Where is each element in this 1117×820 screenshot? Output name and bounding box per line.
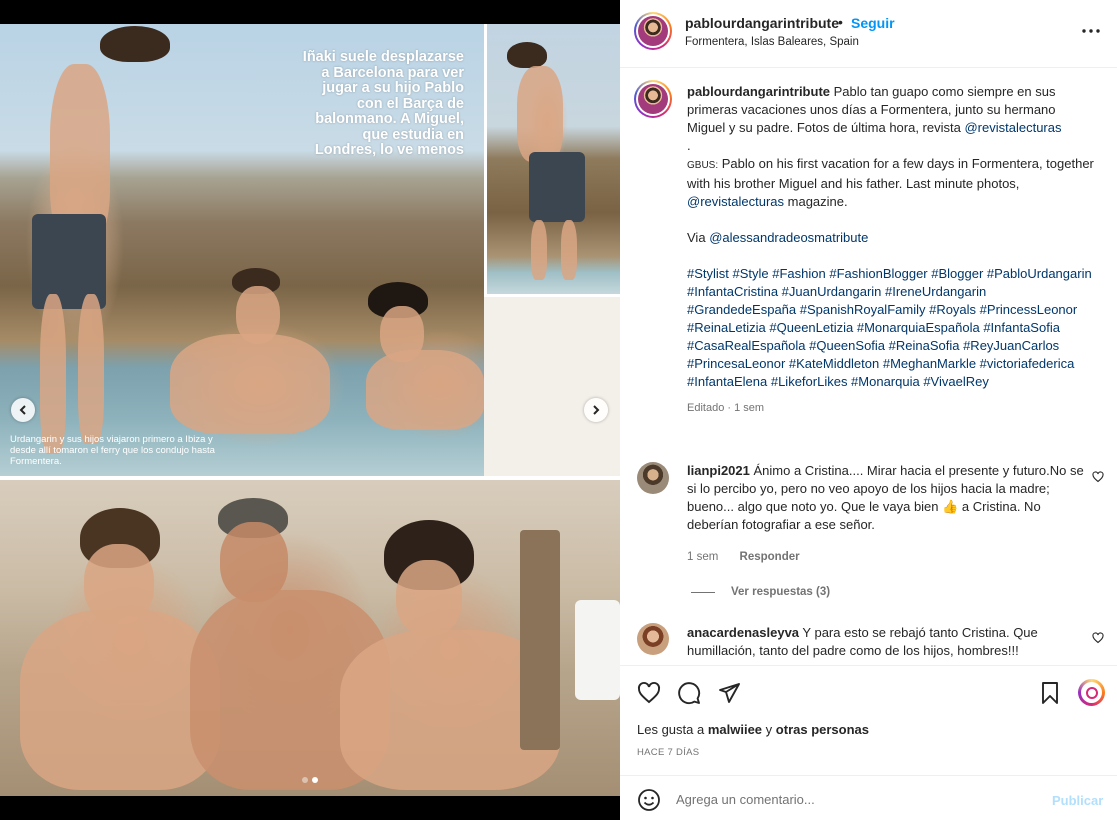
post-header: pablourdangarintribute • Seguir Formente… — [620, 0, 1117, 68]
carousel-dot-active[interactable] — [312, 777, 318, 783]
inset-photo — [487, 24, 620, 294]
caption-gbus-tag: GBUS: — [687, 160, 719, 171]
caption-english-mention[interactable]: @revistalecturas — [687, 194, 784, 209]
photo-caption: Urdangarin y sus hijos viajaron primero … — [10, 434, 215, 467]
inset-border — [484, 24, 487, 296]
caption-magazine-mention[interactable]: @revistalecturas — [964, 120, 1061, 135]
header-username[interactable]: pablourdangarintribute — [685, 15, 839, 31]
likes-prefix: Les gusta a — [637, 722, 705, 737]
location-link[interactable]: Formentera, Islas Baleares, Spain — [685, 36, 859, 48]
follow-button[interactable]: Seguir — [851, 15, 895, 31]
caption-english-text: Pablo on his first vacation for a few da… — [687, 156, 1094, 191]
chevron-left-icon — [19, 405, 26, 415]
bookmark-icon[interactable] — [1038, 681, 1062, 705]
caption-dot: . — [687, 138, 691, 153]
caption-via-mention[interactable]: @alessandradeosmatribute — [709, 230, 868, 245]
view-replies-button[interactable]: Ver respuestas (3) — [691, 586, 830, 598]
likes-others[interactable]: otras personas — [776, 722, 869, 737]
emoji-smiley-icon[interactable] — [637, 788, 661, 812]
comment-username[interactable]: lianpi2021 — [687, 463, 750, 478]
carousel-prev-button[interactable] — [11, 398, 35, 422]
beach-photo-bottom — [0, 480, 620, 796]
comment-bubble-icon[interactable] — [677, 681, 701, 705]
more-horizontal-icon[interactable] — [1080, 24, 1102, 38]
reply-button[interactable]: Responder — [740, 551, 800, 563]
add-comment-bar: Publicar — [620, 775, 1117, 820]
chevron-right-icon — [593, 405, 600, 415]
header-separator: • — [838, 14, 843, 30]
comment-like-heart-icon[interactable] — [1092, 471, 1104, 483]
caption-via-label: Via — [687, 230, 706, 245]
header-avatar[interactable] — [634, 12, 672, 50]
share-paper-plane-icon[interactable] — [717, 681, 741, 705]
heart-icon[interactable] — [637, 681, 661, 705]
carousel-dots — [302, 777, 318, 783]
caption-edited-meta: Editado · 1 sem — [687, 402, 765, 414]
comment-item: lianpi2021 Ánimo a Cristina.... Mirar ha… — [687, 462, 1087, 534]
comment-avatar[interactable] — [637, 462, 669, 494]
likes-user[interactable]: malwiiee — [708, 722, 762, 737]
likes-connector: y — [765, 722, 773, 737]
comment-like-heart-icon[interactable] — [1092, 632, 1104, 644]
post-actions: Les gusta a malwiiee y otras personas HA… — [620, 665, 1117, 775]
comment-avatar[interactable] — [637, 623, 669, 655]
post-media[interactable]: Iñaki suele desplazarse a Barcelona para… — [0, 0, 620, 820]
carousel-next-button[interactable] — [584, 398, 608, 422]
media-letterbox-top — [0, 0, 620, 24]
caption-english-after: magazine. — [787, 194, 848, 209]
comment-time: 1 sem — [687, 551, 719, 563]
comment-input[interactable] — [676, 786, 1036, 812]
comment-meta: 1 sem Responder — [687, 551, 818, 563]
comment-username[interactable]: anacardenasleyva — [687, 625, 799, 640]
media-letterbox-bottom — [0, 796, 620, 820]
article-text: Iñaki suele desplazarse a Barcelona para… — [302, 49, 464, 158]
replies-divider-line — [691, 591, 715, 593]
likes-summary: Les gusta a malwiiee y otras personas — [637, 722, 869, 737]
comments-scroll-area[interactable]: pablourdangarintribute Pablo tan guapo c… — [620, 69, 1117, 665]
profile-story-icon[interactable] — [1078, 679, 1105, 706]
post-caption: pablourdangarintribute Pablo tan guapo c… — [687, 83, 1097, 417]
caption-hashtags[interactable]: #Stylist #Style #Fashion #FashionBlogger… — [687, 266, 1092, 389]
caption-username[interactable]: pablourdangarintribute — [687, 84, 830, 99]
publish-button[interactable]: Publicar — [1052, 793, 1103, 808]
caption-avatar[interactable] — [634, 80, 672, 118]
inset-border-bottom — [484, 294, 620, 297]
magazine-page-image: Iñaki suele desplazarse a Barcelona para… — [0, 24, 620, 796]
post-date: HACE 7 DÍAS — [637, 747, 700, 758]
view-replies-label[interactable]: Ver respuestas (3) — [731, 586, 830, 598]
beach-photo-top: Iñaki suele desplazarse a Barcelona para… — [0, 24, 484, 476]
carousel-dot[interactable] — [302, 777, 308, 783]
post-panel: pablourdangarintribute • Seguir Formente… — [620, 0, 1117, 820]
comment-item: anacardenasleyva Y para esto se rebajó t… — [687, 624, 1087, 660]
